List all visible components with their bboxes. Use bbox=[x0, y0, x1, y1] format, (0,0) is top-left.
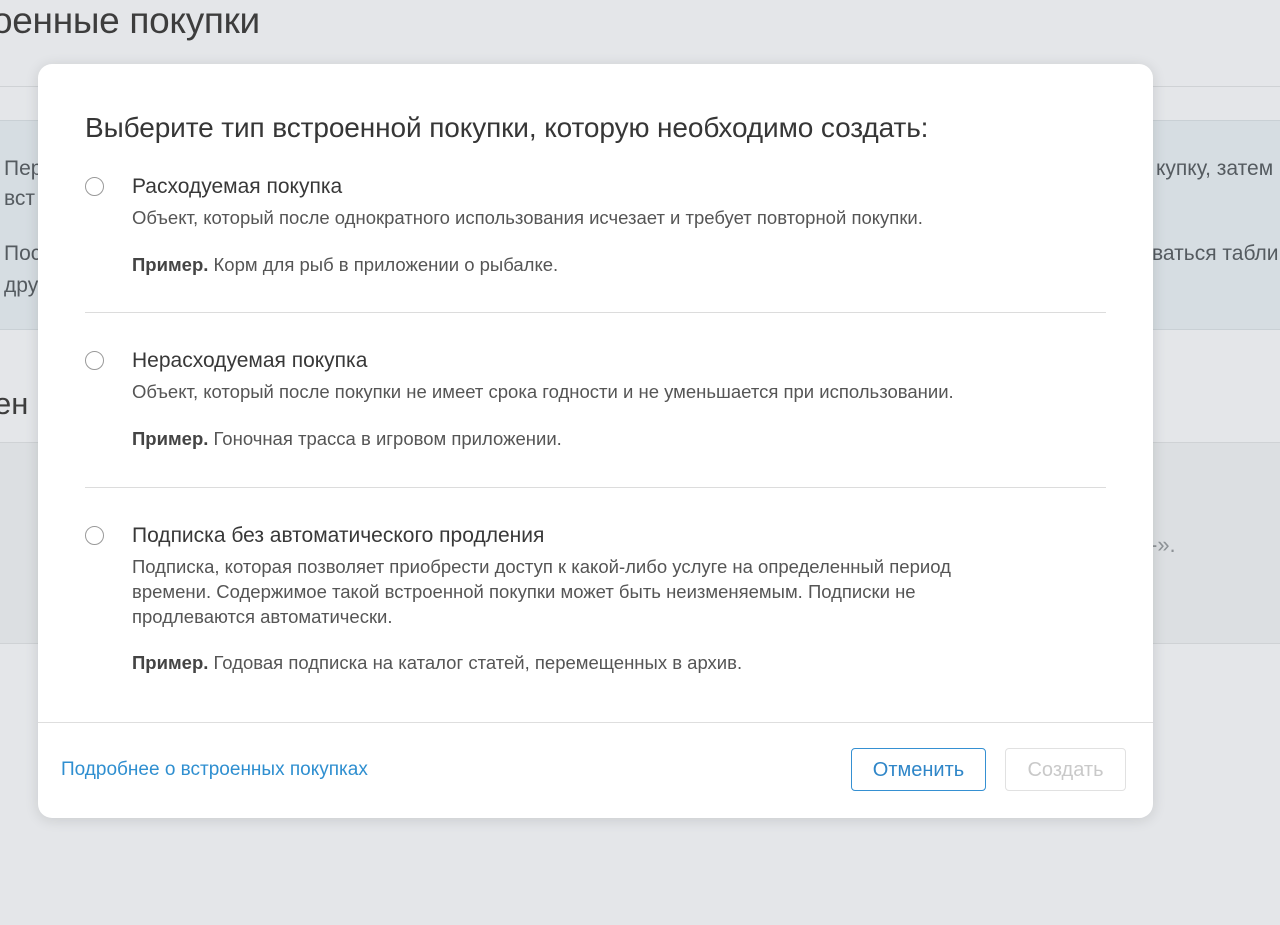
option-description: Объект, который после однократного испол… bbox=[132, 207, 923, 228]
create-button[interactable]: Создать bbox=[1005, 748, 1126, 791]
option-consumable[interactable]: Расходуемая покупка Объект, который посл… bbox=[85, 175, 1106, 285]
example-text: Гоночная трасса в игровом приложении. bbox=[208, 428, 562, 449]
create-in-app-purchase-dialog: Выберите тип встроенной покупки, которую… bbox=[38, 64, 1153, 818]
divider bbox=[85, 487, 1106, 488]
info-text-fragment: ваться табли bbox=[1152, 242, 1279, 265]
info-text-fragment: Пер bbox=[4, 157, 43, 180]
info-text-fragment: Пос bbox=[4, 242, 42, 265]
example-label: Пример. bbox=[132, 428, 209, 449]
radio-non-renewing-subscription[interactable] bbox=[85, 526, 104, 545]
example-label: Пример. bbox=[132, 652, 209, 673]
info-text-fragment: вст bbox=[4, 187, 36, 210]
info-text-fragment: дру bbox=[4, 274, 39, 297]
option-title: Нерасходуемая покупка bbox=[132, 349, 368, 372]
empty-state-text-fragment: -». bbox=[1150, 532, 1176, 557]
option-non-renewing-subscription[interactable]: Подписка без автоматического продления П… bbox=[85, 524, 1106, 684]
option-description: Объект, который после покупки не имеет с… bbox=[132, 381, 954, 402]
example-text: Корм для рыб в приложении о рыбалке. bbox=[208, 254, 559, 275]
option-example: Пример. Годовая подписка на каталог стат… bbox=[132, 652, 742, 674]
page-title: оенные покупки bbox=[0, 0, 260, 41]
footer-divider bbox=[38, 722, 1153, 723]
option-example: Пример. Гоночная трасса в игровом прилож… bbox=[132, 428, 562, 450]
dialog-title: Выберите тип встроенной покупки, которую… bbox=[85, 112, 929, 143]
radio-consumable[interactable] bbox=[85, 177, 104, 196]
learn-more-link[interactable]: Подробнее о встроенных покупках bbox=[61, 759, 368, 781]
option-title: Расходуемая покупка bbox=[132, 175, 343, 198]
example-label: Пример. bbox=[132, 254, 209, 275]
option-non-consumable[interactable]: Нерасходуемая покупка Объект, который по… bbox=[85, 349, 1106, 459]
divider bbox=[85, 312, 1106, 313]
option-title: Подписка без автоматического продления bbox=[132, 524, 545, 547]
section-title: ен bbox=[0, 386, 29, 421]
option-description: Подписка, которая позволяет приобрести д… bbox=[132, 556, 951, 627]
info-text-fragment: купку, затем bbox=[1156, 157, 1274, 180]
option-example: Пример. Корм для рыб в приложении о рыба… bbox=[132, 254, 558, 276]
example-text: Годовая подписка на каталог статей, пере… bbox=[208, 652, 743, 673]
cancel-button[interactable]: Отменить bbox=[851, 748, 986, 791]
radio-non-consumable[interactable] bbox=[85, 351, 104, 370]
